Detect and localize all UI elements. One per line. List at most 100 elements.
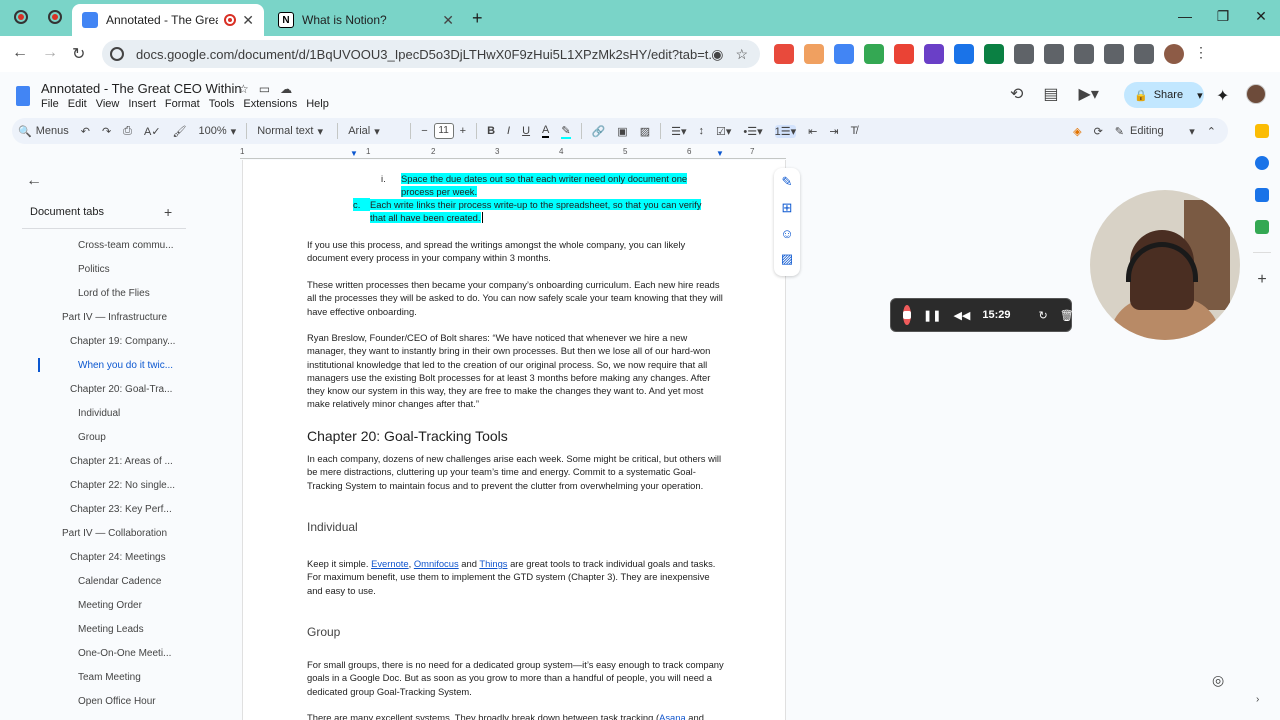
redo-icon[interactable]: ↷ (102, 125, 111, 138)
bold-icon[interactable]: B (487, 125, 495, 137)
insert-link-icon[interactable]: 🔗 (592, 125, 606, 138)
outline-item[interactable]: Group (78, 432, 106, 443)
paragraph[interactable]: Ryan Breslow, Founder/CEO of Bolt shares… (307, 331, 727, 411)
document-title[interactable]: Annotated - The Great CEO Within (41, 81, 242, 96)
paragraph[interactable]: Keep it simple. Evernote, Omnifocus and … (307, 557, 727, 597)
chevron-right-icon[interactable]: › (1256, 694, 1259, 705)
menu-file[interactable]: File (41, 98, 59, 110)
increase-font-icon[interactable]: + (460, 125, 466, 137)
align-icon[interactable]: ☰▾ (671, 125, 686, 138)
heading-group[interactable]: Group (307, 625, 340, 639)
chevron-down-icon[interactable]: ▾ (1197, 89, 1203, 102)
share-button[interactable]: 🔒 Share ▾ (1124, 82, 1204, 108)
increase-indent-icon[interactable]: ⇥ (829, 125, 838, 138)
eye-slash-icon[interactable]: ◉ (711, 46, 723, 63)
chevron-up-icon[interactable]: ⌃ (1207, 125, 1216, 138)
text-color-icon[interactable]: A (542, 124, 550, 138)
link-evernote[interactable]: Evernote (371, 558, 409, 569)
outline-item[interactable]: Individual (78, 408, 120, 419)
reading-list-icon[interactable] (1074, 44, 1094, 64)
recording-icon[interactable] (14, 10, 28, 24)
star-icon[interactable]: ☆ (735, 46, 748, 63)
outline-item[interactable]: Lord of the Flies (78, 288, 150, 299)
right-indent-marker-icon[interactable]: ▼ (716, 149, 724, 158)
stop-recording-button[interactable] (903, 305, 911, 325)
outline-item[interactable]: Part IV — Infrastructure (62, 312, 167, 323)
avatar[interactable] (1246, 84, 1266, 104)
outline-item[interactable]: Chapter 21: Areas of ... (70, 456, 173, 467)
puzzle-icon[interactable] (1044, 44, 1064, 64)
rewind-icon[interactable]: ◀◀ (953, 309, 970, 322)
tab-notion[interactable]: N What is Notion? ✕ (268, 4, 464, 36)
reload-icon[interactable]: ↻ (72, 44, 85, 64)
url-bar[interactable]: docs.google.com/document/d/1BqUVOOU3_Ipe… (102, 40, 760, 68)
contacts-icon[interactable] (1255, 188, 1269, 202)
heading-chapter-20[interactable]: Chapter 20: Goal-Tracking Tools (307, 428, 508, 444)
close-icon[interactable]: ✕ (242, 12, 254, 29)
document-page[interactable]: i. Space the due dates out so that each w… (242, 160, 786, 720)
insert-image-icon[interactable]: ▨ (640, 125, 650, 138)
line-spacing-icon[interactable]: ↕ (699, 125, 705, 137)
star-icon[interactable]: ☆ (238, 82, 249, 96)
outline-item[interactable]: Politics (78, 264, 110, 275)
outline-item-active[interactable]: When you do it twic... (78, 360, 173, 371)
outline-item[interactable]: Chapter 23: Key Perf... (70, 504, 172, 515)
clear-formatting-icon[interactable]: T̸ (851, 125, 858, 137)
search-menus[interactable]: 🔍 Menus (18, 125, 69, 138)
tool-icon[interactable]: ◈ (1073, 125, 1081, 138)
menu-view[interactable]: View (96, 98, 120, 110)
extension-icon[interactable] (804, 44, 824, 64)
extension-icon[interactable] (924, 44, 944, 64)
font-select[interactable]: Arial ▾ (348, 125, 400, 138)
outline-item[interactable]: Open Office Hour (78, 696, 156, 707)
paragraph[interactable]: These written processes then became your… (307, 278, 727, 318)
outline-item[interactable]: One-On-One Meeti... (78, 648, 171, 659)
extension-icon[interactable] (1014, 44, 1034, 64)
extension-icon[interactable] (774, 44, 794, 64)
close-icon[interactable]: ✕ (442, 12, 454, 29)
menu-extensions[interactable]: Extensions (243, 98, 297, 110)
list-item-i[interactable]: i. Space the due dates out so that each w… (381, 172, 721, 199)
extension-icon[interactable] (894, 44, 914, 64)
link-asana[interactable]: Asana (659, 712, 686, 720)
add-app-icon[interactable]: + (1257, 271, 1266, 289)
add-tab-button[interactable]: + (164, 204, 172, 220)
restart-icon[interactable]: ↻ (1039, 309, 1048, 322)
outline-item[interactable]: Team Meeting (78, 672, 141, 683)
add-comment-icon[interactable]: ▣ (617, 125, 627, 138)
outline-item[interactable]: Chapter 19: Company... (70, 336, 175, 347)
style-select[interactable]: Normal text ▾ (257, 125, 327, 138)
horizontal-ruler[interactable]: 1 1 2 3 4 5 6 7 ▼ ▼ (240, 147, 786, 159)
menu-help[interactable]: Help (306, 98, 329, 110)
print-icon[interactable]: ⎙ (123, 125, 132, 138)
link-things[interactable]: Things (479, 558, 507, 569)
google-docs-logo-icon[interactable] (16, 86, 30, 106)
recording-icon[interactable] (48, 10, 62, 24)
paragraph[interactable]: If you use this process, and spread the … (307, 238, 727, 265)
paragraph[interactable]: For small groups, there is no need for a… (307, 658, 731, 698)
back-arrow-icon[interactable]: ← (12, 44, 28, 62)
move-folder-icon[interactable]: ▭ (259, 82, 270, 96)
zoom-select[interactable]: 100% ▾ (199, 125, 237, 138)
underline-icon[interactable]: U (522, 125, 530, 137)
paint-format-icon[interactable]: 🖌 (173, 125, 187, 138)
outline-item[interactable]: Chapter 22: No single... (70, 480, 175, 491)
extension-icon[interactable] (984, 44, 1004, 64)
menu-edit[interactable]: Edit (68, 98, 87, 110)
emoji-icon[interactable]: ☺ (780, 226, 793, 241)
outline-item[interactable]: Meeting Leads (78, 624, 144, 635)
maximize-button[interactable]: ❐ (1204, 8, 1242, 25)
extension-icon[interactable] (954, 44, 974, 64)
comments-icon[interactable]: ▤ (1043, 84, 1058, 104)
indent-marker-icon[interactable]: ▼ (350, 149, 358, 158)
calendar-icon[interactable] (1134, 44, 1154, 64)
url-text[interactable]: docs.google.com/document/d/1BqUVOOU3_Ipe… (136, 47, 711, 62)
new-tab-button[interactable]: + (472, 8, 483, 29)
site-info-icon[interactable] (110, 47, 124, 61)
menu-insert[interactable]: Insert (128, 98, 156, 110)
forward-arrow-icon[interactable]: → (42, 44, 58, 62)
undo-icon[interactable]: ↶ (81, 125, 90, 138)
outline-item[interactable]: Part IV — Collaboration (62, 528, 167, 539)
paragraph[interactable]: In each company, dozens of new challenge… (307, 452, 731, 492)
menu-format[interactable]: Format (165, 98, 200, 110)
